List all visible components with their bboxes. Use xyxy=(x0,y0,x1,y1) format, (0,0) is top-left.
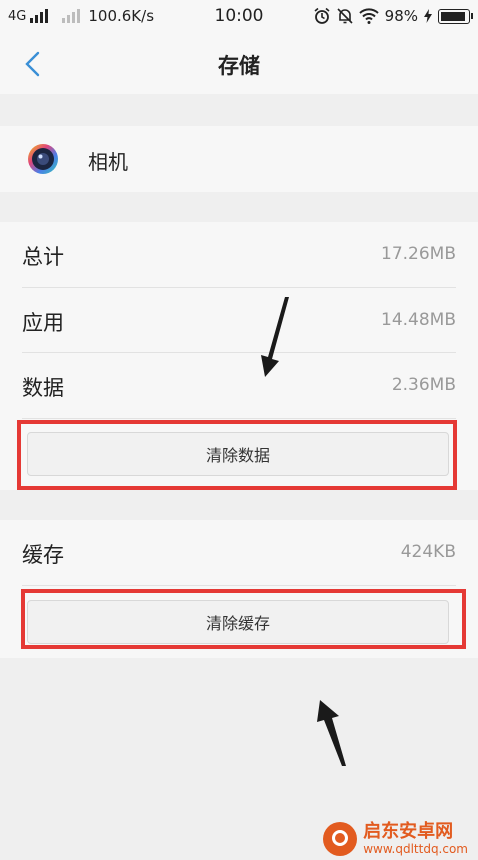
page-title: 存储 xyxy=(218,54,260,78)
wifi-icon xyxy=(358,8,379,24)
cache-row: 缓存 424KB xyxy=(0,520,478,584)
storage-row-data: 数据 2.36MB xyxy=(0,353,478,417)
status-right: 98% xyxy=(313,7,473,25)
storage-row-label: 总计 xyxy=(22,245,64,269)
watermark-text: 启东安卓网 www.qdlttdq.com xyxy=(363,821,468,857)
watermark-logo-icon xyxy=(323,822,358,856)
watermark: 启东安卓网 www.qdlttdq.com xyxy=(323,822,468,856)
watermark-url: www.qdlttdq.com xyxy=(363,842,468,856)
divider xyxy=(22,418,456,419)
storage-row-app: 应用 14.48MB xyxy=(0,288,478,352)
highlight-box-clear-data xyxy=(17,420,457,490)
storage-row-value: 14.48MB xyxy=(381,310,456,330)
mute-icon xyxy=(337,8,353,24)
battery-fill xyxy=(441,11,465,21)
storage-row-value: 17.26MB xyxy=(381,244,456,264)
app-info-row: 相机 xyxy=(0,126,478,192)
storage-row-label: 数据 xyxy=(22,376,64,400)
app-name: 相机 xyxy=(88,150,128,174)
title-bar: 存储 xyxy=(0,34,478,94)
cache-value: 424KB xyxy=(400,542,456,562)
cache-label: 缓存 xyxy=(22,543,64,567)
charging-icon xyxy=(424,9,432,23)
watermark-name: 启东安卓网 xyxy=(363,821,454,842)
pointer-arrow-icon xyxy=(261,297,289,377)
storage-row-value: 2.36MB xyxy=(391,375,456,395)
status-bar: 4G 100.6K/s 10:00 98% xyxy=(0,0,478,34)
storage-row-label: 应用 xyxy=(22,311,64,335)
battery-percent: 98% xyxy=(384,7,418,25)
highlight-box-clear-cache xyxy=(21,589,466,649)
alarm-icon xyxy=(314,7,330,24)
divider xyxy=(22,585,456,586)
camera-app-icon xyxy=(28,144,58,174)
battery-icon xyxy=(438,8,473,24)
storage-row-total: 总计 17.26MB xyxy=(0,222,478,286)
pointer-arrow-icon xyxy=(317,700,346,766)
